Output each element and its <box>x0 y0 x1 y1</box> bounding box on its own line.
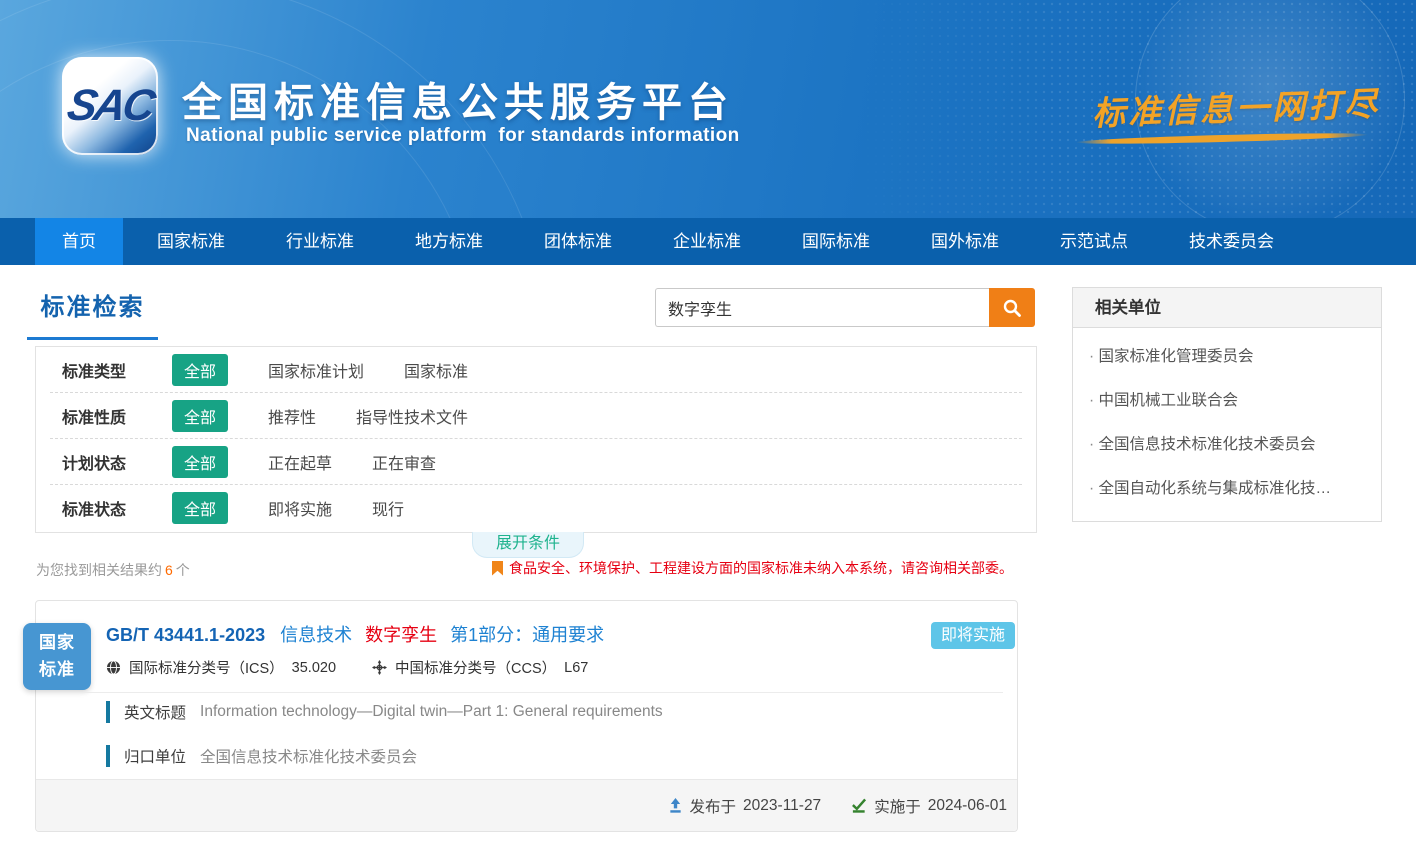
nav-tab-7[interactable]: 国外标准 <box>904 218 1026 265</box>
standard-title-link[interactable]: GB/T 43441.1-2023 信息技术 数字孪生 第1部分：通用要求 <box>106 621 612 647</box>
implement-check-icon <box>851 798 867 814</box>
related-unit-link[interactable]: 中国机械工业联合会 <box>1073 377 1381 421</box>
section-title: 标准检索 <box>41 294 145 321</box>
globe-icon <box>106 660 121 675</box>
nav-tab-3[interactable]: 地方标准 <box>388 218 510 265</box>
site-slogan: 标准信息一网打尽 <box>1091 77 1380 135</box>
detail-label: 英文标题 <box>124 701 186 723</box>
published-date-item: 发布于 2023-11-27 <box>668 795 822 817</box>
nav-tab-6[interactable]: 国际标准 <box>775 218 897 265</box>
site-header: SAC 全国标准信息公共服务平台 National public service… <box>0 0 1416 218</box>
divider <box>51 692 1003 693</box>
detail-bar-decor <box>106 701 110 723</box>
summary-suffix: 个 <box>176 562 190 578</box>
detail-bar-decor <box>106 745 110 767</box>
filter-all-button[interactable]: 全部 <box>172 492 228 524</box>
title-pre: 信息技术 <box>280 625 352 645</box>
standard-type-badge: 国家 标准 <box>23 623 91 690</box>
compass-icon <box>372 660 387 675</box>
card-footer: 发布于 2023-11-27 实施于 2024-06-01 <box>36 779 1017 831</box>
badge-line2: 标准 <box>39 657 75 683</box>
site-subtitle: National public service platform for sta… <box>186 125 740 147</box>
filter-option[interactable]: 指导性技术文件 <box>356 404 468 428</box>
published-date: 2023-11-27 <box>743 797 821 815</box>
results-summary: 为您找到相关结果约6个 <box>36 560 190 580</box>
filter-option[interactable]: 现行 <box>372 496 404 520</box>
sac-logo[interactable]: SAC <box>62 57 158 155</box>
bookmark-icon <box>492 561 503 576</box>
notice-text: 食品安全、环境保护、工程建设方面的国家标准未纳入本系统，请咨询相关部委。 <box>509 558 1013 578</box>
site-title: 全国标准信息公共服务平台 <box>182 70 734 128</box>
nav-tab-1[interactable]: 国家标准 <box>130 218 252 265</box>
filter-label: 计划状态 <box>62 450 158 474</box>
page: SAC 全国标准信息公共服务平台 National public service… <box>0 0 1416 845</box>
search-box <box>655 288 1035 327</box>
title-post: 第1部分：通用要求 <box>450 625 604 645</box>
detail-label: 归口单位 <box>124 745 186 767</box>
filter-option[interactable]: 即将实施 <box>268 496 332 520</box>
filter-option[interactable]: 国家标准 <box>404 358 468 382</box>
filter-option[interactable]: 推荐性 <box>268 404 316 428</box>
filter-option[interactable]: 国家标准计划 <box>268 358 364 382</box>
nav-tab-0[interactable]: 首页 <box>35 218 123 265</box>
related-units-list: 国家标准化管理委员会中国机械工业联合会全国信息技术标准化技术委员会全国自动化系统… <box>1073 328 1381 514</box>
sac-logo-text: SAC <box>64 81 157 131</box>
main-nav: 首页国家标准行业标准地方标准团体标准企业标准国际标准国外标准示范试点技术委员会 <box>0 218 1416 265</box>
detail-value: 全国信息技术标准化技术委员会 <box>200 745 417 767</box>
nav-tab-5[interactable]: 企业标准 <box>646 218 768 265</box>
implemented-date: 2024-06-01 <box>928 797 1007 815</box>
card-meta: 国际标准分类号（ICS） 35.020 中国标准分类号（CCS） L67 <box>106 657 624 678</box>
related-unit-link[interactable]: 全国自动化系统与集成标准化技… <box>1073 465 1381 509</box>
implemented-label: 实施于 <box>874 795 921 817</box>
filter-label: 标准状态 <box>62 496 158 520</box>
summary-count: 6 <box>162 562 176 578</box>
standard-result-card: 国家 标准 GB/T 43441.1-2023 信息技术 数字孪生 第1部分：通… <box>35 600 1018 832</box>
filter-all-button[interactable]: 全部 <box>172 354 228 386</box>
related-unit-link[interactable]: 国家标准化管理委员会 <box>1073 333 1381 377</box>
ics-value: 35.020 <box>292 660 336 676</box>
filter-all-button[interactable]: 全部 <box>172 400 228 432</box>
detail-row-english-title: 英文标题 Information technology—Digital twin… <box>106 701 663 723</box>
nav-tab-8[interactable]: 示范试点 <box>1033 218 1155 265</box>
filter-row: 标准类型全部 国家标准计划 国家标准 <box>50 347 1022 393</box>
filter-row: 标准状态全部 即将实施 现行 <box>50 485 1022 531</box>
summary-prefix: 为您找到相关结果约 <box>36 562 162 578</box>
detail-row-committee: 归口单位 全国信息技术标准化技术委员会 <box>106 745 417 767</box>
filter-option[interactable]: 正在审查 <box>372 450 436 474</box>
filter-label: 标准性质 <box>62 404 158 428</box>
related-units-panel: 相关单位 国家标准化管理委员会中国机械工业联合会全国信息技术标准化技术委员会全国… <box>1072 287 1382 522</box>
nav-tab-9[interactable]: 技术委员会 <box>1162 218 1301 265</box>
related-units-title: 相关单位 <box>1073 288 1381 328</box>
badge-line1: 国家 <box>39 630 75 656</box>
ccs-value: L67 <box>564 660 588 676</box>
published-label: 发布于 <box>690 795 737 817</box>
ics-label: 国际标准分类号（ICS） <box>129 657 284 678</box>
implemented-date-item: 实施于 2024-06-01 <box>851 795 1007 817</box>
related-unit-link[interactable]: 全国信息技术标准化技术委员会 <box>1073 421 1381 465</box>
expand-conditions-button[interactable]: 展开条件 <box>472 532 584 558</box>
publish-upload-icon <box>668 798 683 814</box>
filter-all-button[interactable]: 全部 <box>172 446 228 478</box>
system-notice: 食品安全、环境保护、工程建设方面的国家标准未纳入本系统，请咨询相关部委。 <box>492 558 1013 578</box>
filter-option[interactable]: 正在起草 <box>268 450 332 474</box>
nav-tab-4[interactable]: 团体标准 <box>517 218 639 265</box>
detail-value: Information technology—Digital twin—Part… <box>200 703 663 721</box>
filter-label: 标准类型 <box>62 358 158 382</box>
standard-code: GB/T 43441.1-2023 <box>106 625 265 645</box>
filter-row: 标准性质全部 推荐性 指导性技术文件 <box>50 393 1022 439</box>
filter-row: 计划状态全部 正在起草 正在审查 <box>50 439 1022 485</box>
search-button[interactable] <box>989 288 1035 327</box>
ccs-label: 中国标准分类号（CCS） <box>395 657 556 678</box>
search-input[interactable] <box>655 288 989 327</box>
filter-box: 标准类型全部国家标准计划国家标准标准性质全部推荐性指导性技术文件计划状态全部正在… <box>35 346 1037 533</box>
tab-standard-search[interactable]: 标准检索 <box>27 287 158 340</box>
title-highlight: 数字孪生 <box>365 625 437 645</box>
nav-tab-2[interactable]: 行业标准 <box>259 218 381 265</box>
status-badge: 即将实施 <box>931 622 1015 649</box>
search-icon <box>1002 298 1022 318</box>
